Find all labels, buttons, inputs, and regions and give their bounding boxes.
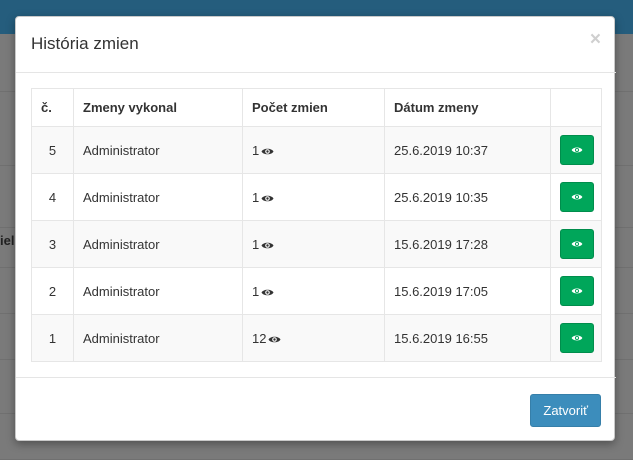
row-number: 5 [31,126,74,174]
eye-icon [571,241,583,247]
row-count-cell: 1 [242,220,385,268]
column-header-count: Počet zmien [242,88,385,127]
row-user: Administrator [73,126,243,174]
eye-icon [261,195,274,201]
table-header-row: č. Zmeny vykonal Počet zmien Dátum zmeny [31,88,602,127]
row-date: 15.6.2019 17:28 [384,220,551,268]
row-action-cell [550,220,602,268]
column-header-date: Dátum zmeny [384,88,551,127]
eye-icon [571,147,583,153]
row-count: 1 [252,142,260,158]
row-count: 1 [252,189,260,205]
eye-icon [261,148,274,154]
eye-icon [571,335,583,341]
modal-footer: Zatvoriť [16,377,616,442]
column-header-user: Zmeny vykonal [73,88,243,127]
eye-icon [571,288,583,294]
eye-icon [261,242,274,248]
row-date: 25.6.2019 10:35 [384,173,551,221]
modal-header: História zmien × [16,17,616,73]
row-action-cell [550,173,602,221]
column-header-number: č. [31,88,74,127]
row-number: 1 [31,314,74,362]
row-count-cell: 1 [242,267,385,315]
row-count: 12 [252,330,267,346]
table-row: 1 Administrator 12 15.6.2019 16:55 [31,314,602,362]
view-button[interactable] [560,276,594,306]
row-date: 25.6.2019 10:37 [384,126,551,174]
view-button[interactable] [560,323,594,353]
history-modal: História zmien × č. Zmeny vykonal Počet … [15,16,616,442]
row-number: 3 [31,220,74,268]
row-date: 15.6.2019 17:05 [384,267,551,315]
row-number: 2 [31,267,74,315]
row-count: 1 [252,236,260,252]
background-partial-text: iel [0,233,15,248]
table-row: 5 Administrator 1 25.6.2019 10:37 [31,126,602,174]
table-row: 3 Administrator 1 15.6.2019 17:28 [31,220,602,268]
modal-body: č. Zmeny vykonal Počet zmien Dátum zmeny… [31,88,602,362]
row-action-cell [550,126,602,174]
row-action-cell [550,267,602,315]
eye-icon [571,194,583,200]
row-count-cell: 1 [242,126,385,174]
eye-icon [268,336,281,342]
view-button[interactable] [560,182,594,212]
row-user: Administrator [73,314,243,362]
row-user: Administrator [73,220,243,268]
row-count-cell: 12 [242,314,385,362]
history-table: č. Zmeny vykonal Počet zmien Dátum zmeny… [31,88,602,362]
row-number: 4 [31,173,74,221]
close-icon[interactable]: × [590,30,601,50]
modal-title: História zmien [31,34,139,53]
row-user: Administrator [73,267,243,315]
view-button[interactable] [560,135,594,165]
row-action-cell [550,314,602,362]
eye-icon [261,289,274,295]
close-button[interactable]: Zatvoriť [530,394,601,427]
row-count: 1 [252,283,260,299]
column-header-actions [550,88,602,127]
row-user: Administrator [73,173,243,221]
row-count-cell: 1 [242,173,385,221]
view-button[interactable] [560,229,594,259]
row-date: 15.6.2019 16:55 [384,314,551,362]
table-row: 2 Administrator 1 15.6.2019 17:05 [31,267,602,315]
table-row: 4 Administrator 1 25.6.2019 10:35 [31,173,602,221]
